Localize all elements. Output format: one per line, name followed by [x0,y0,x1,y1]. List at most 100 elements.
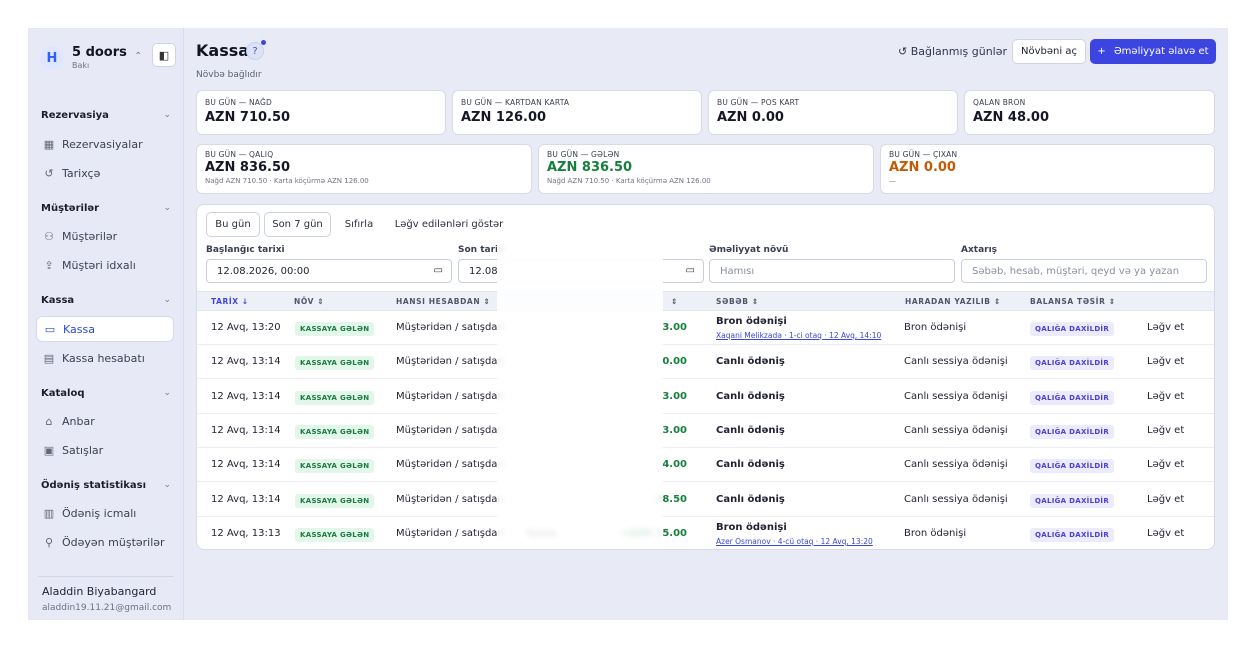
header-type[interactable]: NÖV ⇕ [294,297,324,306]
start-date-value: 12.08.2026, 00:00 [217,265,310,277]
cell-amount: 3.00 [662,424,687,436]
table-row: 12 Avq, 13:14 KASSAYA GƏLƏN Müştəridən / s… [197,414,1214,448]
sort-icon: ⇕ [993,297,1001,306]
header-balance-effect[interactable]: BALANSA TƏSİR ⇕ [1030,297,1116,306]
sort-icon: ⇕ [751,297,759,306]
question-icon: ? [252,45,258,57]
sidebar-item-label: Tarixçə [62,166,101,180]
sidebar-item-musteri-idxali[interactable]: ⇪ Müştəri idxalı [36,252,174,278]
tab-today[interactable]: Bu gün [206,212,260,237]
section-odenis-statistikasi[interactable]: Ödəniş statistikası ⌄ [41,480,171,491]
calendar-icon[interactable]: ▭ [434,265,443,276]
balance-badge: QALIĞA DAXİLDİR [1030,459,1115,474]
table-row: 12 Avq, 13:20 KASSAYA GƏLƏN Müştəridən / s… [197,311,1214,345]
sort-icon: ⇕ [671,297,678,306]
tab-last-7-days[interactable]: Son 7 gün [264,212,331,237]
sidebar: H 5 doors Bakı ⌃ ◧ Rezervasiya ⌄ ▦ Rezerva… [28,28,184,620]
sidebar-item-label: Müştəri idxalı [62,258,136,272]
header-from-account[interactable]: HANSI HESABDAN ⇕ [396,297,490,306]
sidebar-item-label: Anbar [62,414,95,428]
operations-panel: Bu gün Son 7 gün Sıfırla Ləğv edilənləri… [196,204,1215,550]
cell-source: Bron ödənişi [904,527,967,539]
chevron-down-icon: ⌄ [163,203,171,213]
card-value: AZN 48.00 [973,110,1050,125]
start-date-input[interactable]: 12.08.2026, 00:00 ▭ [206,259,452,283]
users-icon: ⚇ [44,229,54,243]
cell-from: Müştəridən / satışdan [396,424,504,436]
card-value: AZN 0.00 [889,160,956,175]
cell-reason: Bron ödənişi [716,521,787,533]
calendar-icon[interactable]: ▭ [686,265,695,276]
header-date[interactable]: TARİX ↓ [211,297,249,306]
operation-type-select[interactable]: Hamısı [709,259,955,283]
cell-from: Müştəridən / satışdan [396,493,504,505]
header-label: NÖV [294,297,315,306]
cell-reason: Canlı ödəniş [716,424,785,436]
cell-from: Müştəridən / satışdan [396,322,504,333]
collapse-sidebar-button[interactable]: ◧ [152,43,176,67]
history-icon: ↺ [898,45,911,58]
card-value: AZN 836.50 [547,160,633,175]
booking-link[interactable]: Azer Osmanov · 4-cü otaq · 12 Avq, 13:20 [716,537,873,546]
sort-icon: ⇕ [1108,297,1116,306]
show-canceled-toggle[interactable]: Ləğv edilənləri göstər [393,212,505,237]
section-title: Ödəniş statistikası [41,480,147,491]
balance-badge: QALIĞA DAXİLDİR [1030,390,1115,405]
closed-days-link[interactable]: ↺ Bağlanmış günlər [898,45,1007,58]
cell-amount: 0.00 [662,356,687,368]
section-rezervasiya[interactable]: Rezervasiya ⌄ [41,110,171,121]
chevron-down-icon: ⌄ [163,295,171,305]
void-button[interactable]: Ləğv et [1147,425,1184,436]
void-button[interactable]: Ləğv et [1147,528,1184,539]
void-button[interactable]: Ləğv et [1147,356,1184,367]
brand-city: Bakı [72,61,90,70]
sidebar-item-musteriler[interactable]: ⚇ Müştərilər [36,223,174,249]
header-source[interactable]: HARADAN YAZILIB ⇕ [905,297,1001,306]
bag-icon: ▣ [43,443,55,457]
section-kataloq[interactable]: Kataloq ⌄ [41,388,171,399]
reset-button[interactable]: Sıfırla [337,212,381,237]
sidebar-item-odeyen-musteriler[interactable]: ⚲ Ödəyən müştərilər [36,529,174,555]
section-title: Kassa [41,295,75,306]
user-icon: ⚲ [44,535,54,549]
cell-amount: 3.00 [662,390,687,402]
section-title: Rezervasiya [41,110,109,121]
void-button[interactable]: Ləğv et [1147,391,1184,402]
void-button[interactable]: Ləğv et [1147,494,1184,505]
add-operation-button[interactable]: + Əməliyyat əlavə et [1090,39,1216,64]
void-button[interactable]: Ləğv et [1147,459,1184,470]
cell-source: Canlı sessiya ödənişi [904,424,1008,436]
sidebar-item-kassa[interactable]: ▭ Kassa [36,316,174,342]
chevron-down-icon: ⌄ [163,110,171,120]
sidebar-item-anbar[interactable]: ⌂ Anbar [36,408,174,434]
section-title: Müştərilər [41,203,100,214]
sidebar-item-tarixce[interactable]: ↺ Tarixçə [36,160,174,186]
sidebar-item-kassa-hesabati[interactable]: ▤ Kassa hesabatı [36,345,174,371]
header-amount-sort[interactable]: ⇕ [671,297,678,306]
add-operation-label: Əməliyyat əlavə et [1113,46,1209,57]
card-note: Nağd AZN 710.50 · Karta köçürmə AZN 126.… [205,177,369,185]
cell-date: 12 Avq, 13:13 [211,527,281,539]
cell-from: Müştəridən / satışdan [396,527,504,539]
sidebar-item-rezervasiyalar[interactable]: ▦ Rezervasiyalar [36,131,174,157]
open-shift-button[interactable]: Növbəni aç [1012,39,1086,64]
header-reason[interactable]: SƏBƏB ⇕ [716,297,759,306]
section-musteriler[interactable]: Müştərilər ⌄ [41,203,171,214]
notification-dot [261,40,266,45]
section-kassa[interactable]: Kassa ⌄ [41,295,171,306]
sidebar-item-satislar[interactable]: ▣ Satışlar [36,437,174,463]
card-label: BU GÜN — QALIQ [205,150,274,159]
user-profile[interactable]: Aladdin Biyabangard aladdin19.11.21@gmai… [38,576,174,613]
booking-link[interactable]: Xaqani Melikzadə · 1-ci otaq · 12 Avq, 1… [716,331,881,340]
cell-date: 12 Avq, 13:20 [211,322,281,333]
void-button[interactable]: Ləğv et [1147,322,1184,333]
sort-icon: ⇕ [317,297,325,306]
card-outgoing: BU GÜN — ÇIXAN AZN 0.00 — [880,144,1215,194]
sidebar-item-odenis-icmali[interactable]: ▥ Ödəniş icmalı [36,500,174,526]
search-input[interactable]: Səbəb, hesab, müştəri, qeyd və ya yazan [961,259,1207,283]
brand-name: 5 doors [72,45,127,60]
brand-logo-icon: H [40,46,64,70]
header-label: BALANSA TƏSİR [1030,297,1106,306]
balance-badge: QALIĞA DAXİLDİR [1030,356,1115,371]
cell-reason: Canlı ödəniş [716,459,785,471]
